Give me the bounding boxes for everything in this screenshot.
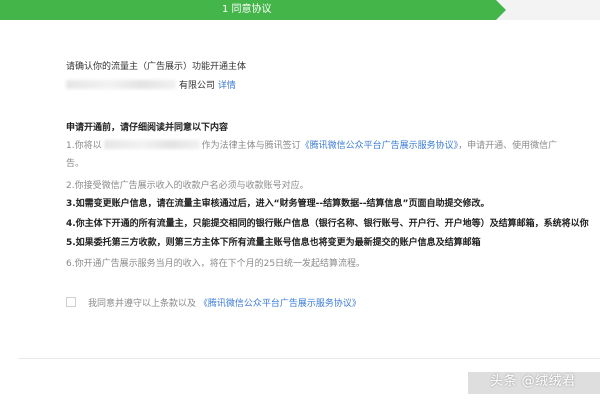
term-1-mid: 作为法律主体与腾讯签订 bbox=[201, 141, 301, 151]
term-3: 3.如需变更账户信息，请在流量主审核通过后，进入“财务管理--结算数据--结算信… bbox=[66, 199, 490, 209]
agree-checkbox[interactable] bbox=[66, 297, 76, 307]
terms-heading: 申请开通前，请仔细阅读并同意以下内容 bbox=[66, 123, 229, 133]
agreement-row: 我同意并遵守以上条款以及 《腾讯微信公众平台广告展示服务协议》 bbox=[66, 297, 361, 311]
term-1-continued: 告。 bbox=[66, 159, 85, 169]
divider bbox=[18, 358, 600, 359]
redacted-company-name bbox=[66, 80, 176, 89]
watermark-text: 头条 @绒绒君 bbox=[490, 374, 576, 389]
term-5: 5.如果委托第三方收款，则第三方主体下所有流量主账号信息也将变更为最新提交的账户… bbox=[66, 238, 481, 248]
term-1: 1.你将以 作为法律主体与腾讯签订《腾讯微信公众平台广告展示服务协议》，申请开通、… bbox=[66, 140, 557, 153]
progress-bar: 1 同意协议 bbox=[0, 0, 600, 20]
confirm-title: 请确认你的流量主（广告展示）功能开通主体 bbox=[66, 62, 247, 72]
detail-link[interactable]: 详情 bbox=[218, 81, 236, 91]
service-agreement-link[interactable]: 《腾讯微信公众平台广告展示服务协议》 bbox=[301, 141, 459, 151]
main-content: 请确认你的流量主（广告展示）功能开通主体 有限公司 详情 申请开通前，请仔细阅读… bbox=[0, 20, 600, 355]
term-6: 6.你开通广告展示服务当月的收入，将在下个月的25日统一发起结算流程。 bbox=[66, 259, 366, 269]
subject-row: 有限公司 详情 bbox=[66, 80, 236, 93]
term-1-start: 1.你将以 bbox=[66, 141, 102, 151]
term-2: 2.你接受微信广告展示收入的收款户名必须与收款账号对应。 bbox=[66, 181, 309, 191]
term-1-end: ，申请开通、使用微信广 bbox=[458, 141, 558, 151]
subject-suffix: 有限公司 bbox=[179, 81, 216, 91]
term-4: 4.你主体下开通的所有流量主，只能提交相同的银行账户信息（银行名称、银行账号、开… bbox=[66, 219, 589, 229]
agreement-link[interactable]: 《腾讯微信公众平台广告展示服务协议》 bbox=[199, 299, 361, 309]
redacted-entity bbox=[103, 140, 200, 149]
agree-label: 我同意并遵守以上条款以及 bbox=[88, 299, 197, 309]
step-label: 1 同意协议 bbox=[222, 4, 272, 15]
